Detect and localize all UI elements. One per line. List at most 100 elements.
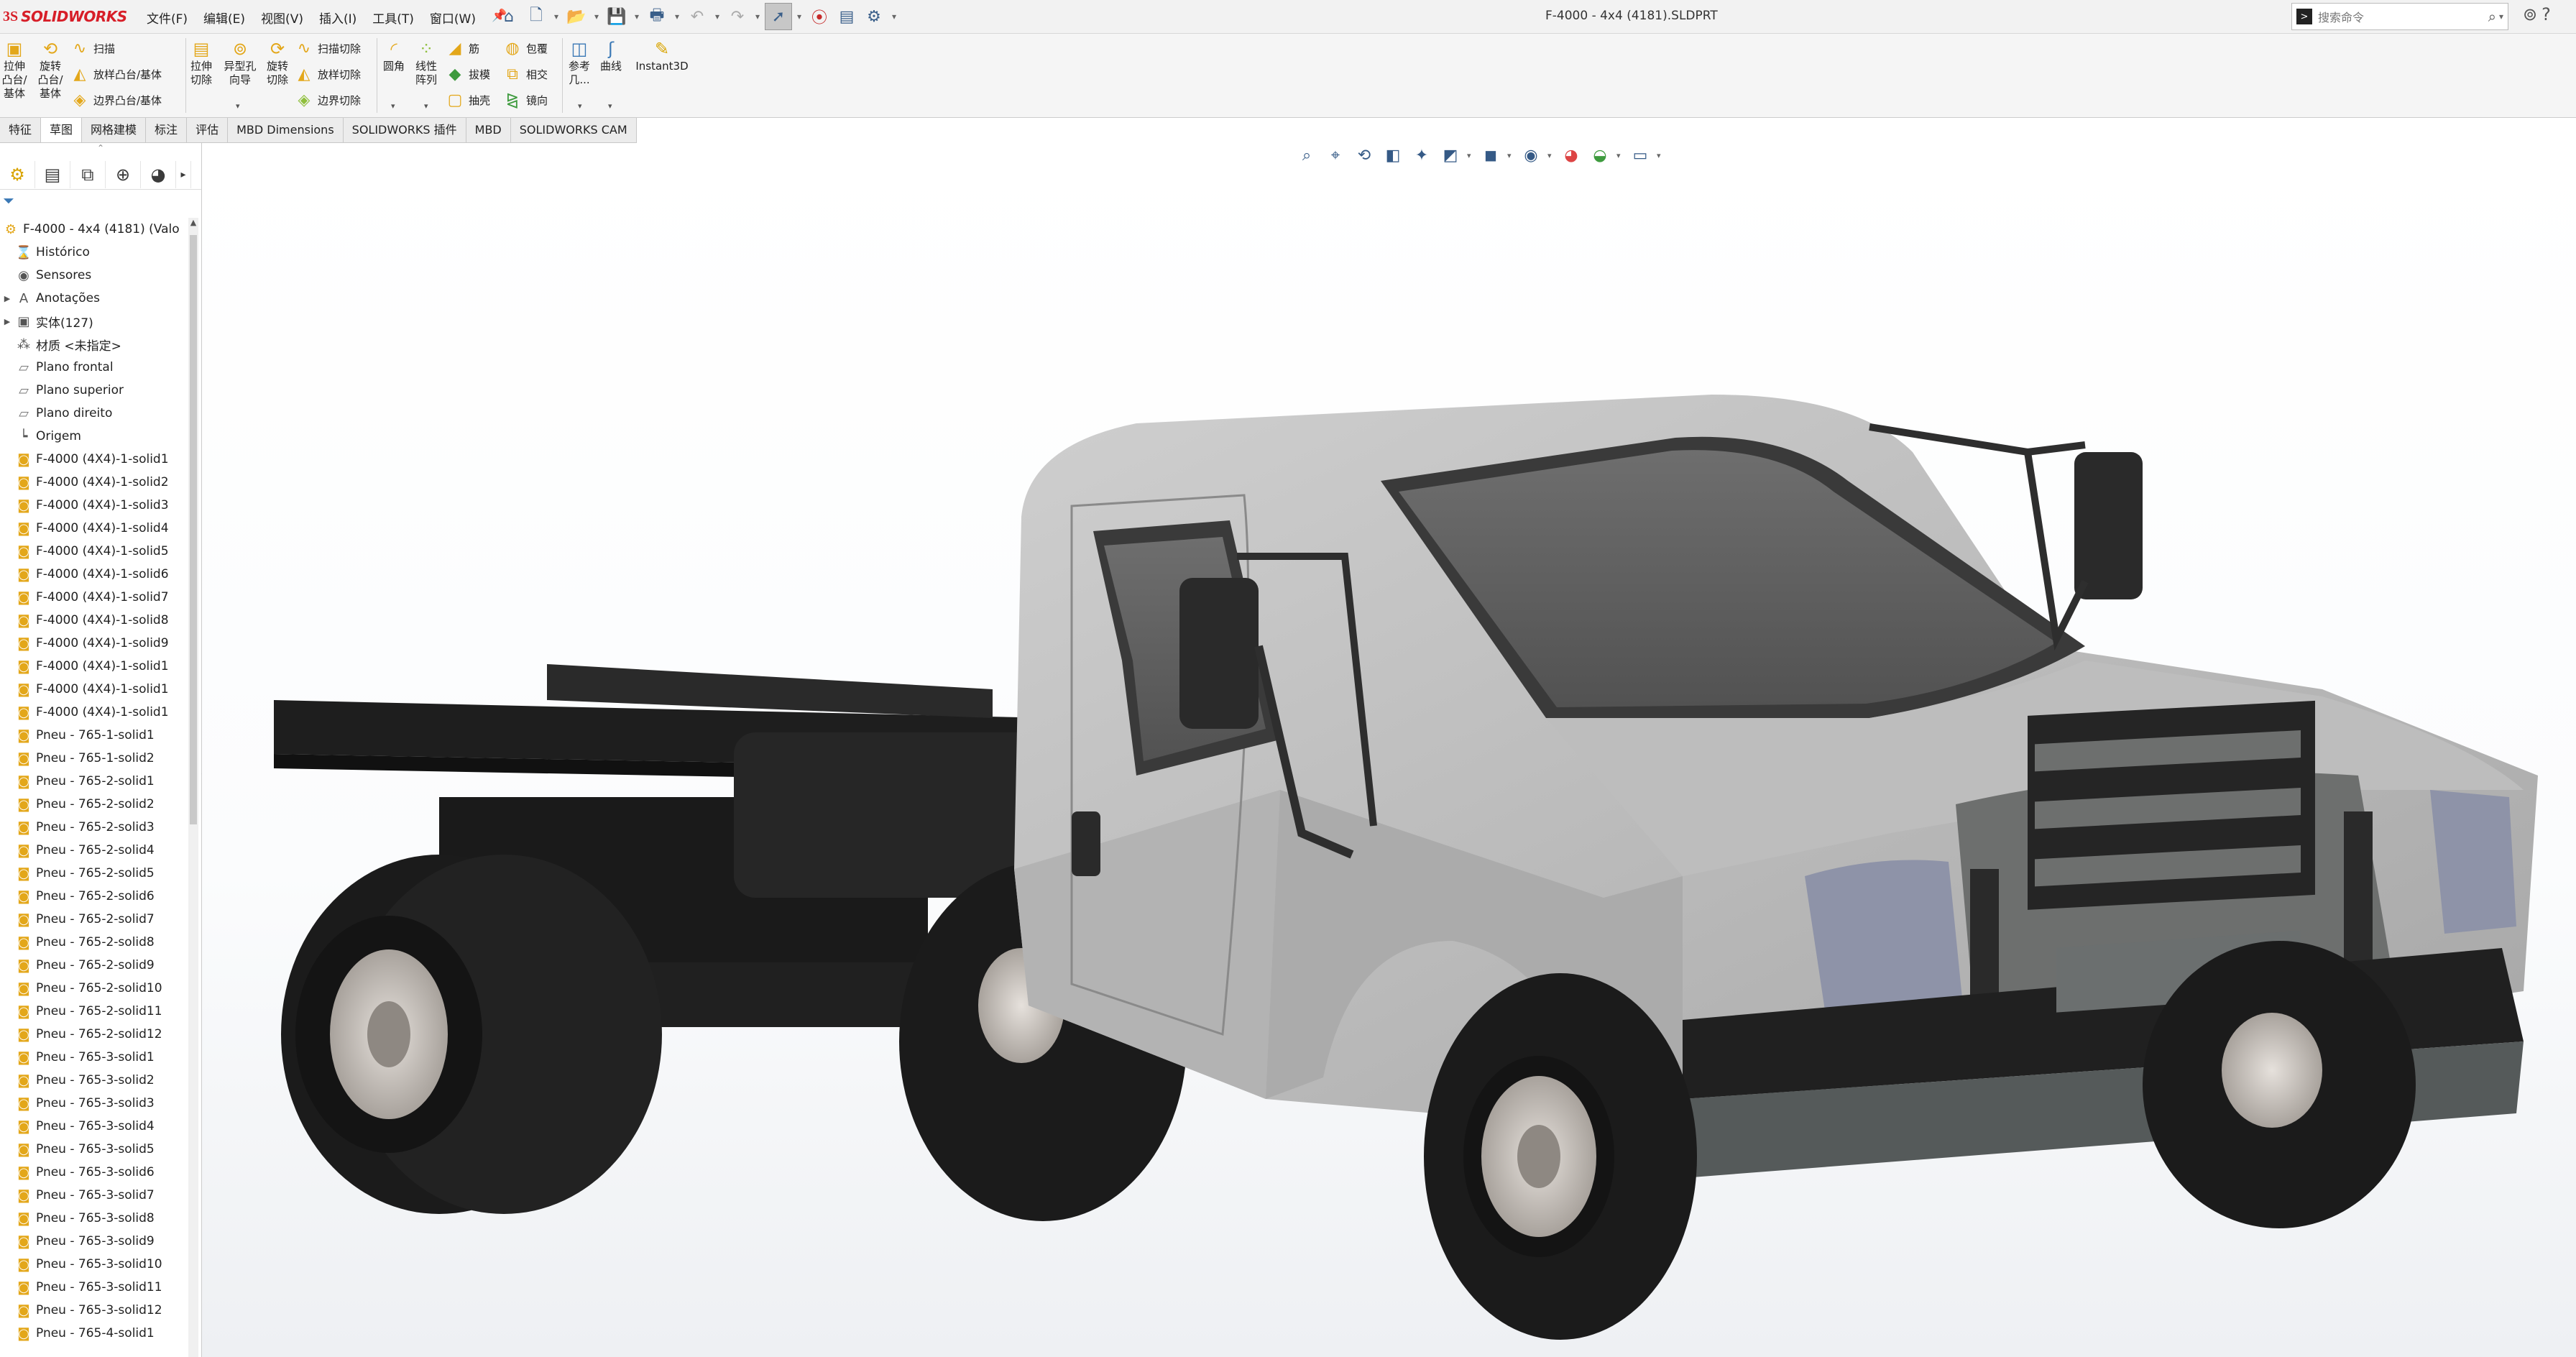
tree-item[interactable]: ◙ F-4000 (4X4)-1-solid8: [0, 609, 188, 632]
menu-file[interactable]: 文件(F): [144, 7, 190, 28]
tree-item[interactable]: ◙ Pneu - 765-3-solid12: [0, 1299, 188, 1322]
tree-item[interactable]: ◙ Pneu - 765-3-solid8: [0, 1207, 188, 1230]
menu-edit[interactable]: 编辑(E): [201, 7, 248, 28]
tree-item[interactable]: ◙ Pneu - 765-2-solid1: [0, 770, 188, 793]
expand-arrow-icon[interactable]: ▶: [0, 317, 14, 326]
wrap-button[interactable]: ◍ 包覆: [503, 40, 548, 58]
menu-tools[interactable]: 工具(T): [369, 7, 417, 28]
hole-wizard-dropdown-icon[interactable]: ▾: [236, 101, 240, 111]
tree-item[interactable]: ◙ F-4000 (4X4)-1-solid2: [0, 471, 188, 494]
tree-item[interactable]: ◙ Pneu - 765-2-solid8: [0, 931, 188, 954]
tab-sketch[interactable]: 草图: [41, 118, 83, 142]
undo-icon[interactable]: ↶: [684, 4, 710, 29]
open-dropdown-icon[interactable]: ▾: [591, 4, 602, 29]
menu-insert[interactable]: 插入(I): [316, 7, 359, 28]
instant3d-button[interactable]: ✎ Instant3D: [630, 38, 694, 73]
boundary-boss-button[interactable]: ◈ 边界凸台/基体: [70, 91, 162, 109]
filter-icon[interactable]: ⏷: [0, 192, 197, 213]
tree-item[interactable]: ◙ Pneu - 765-3-solid10: [0, 1253, 188, 1276]
tree-item[interactable]: ◙ F-4000 (4X4)-1-solid3: [0, 494, 188, 517]
tree-item[interactable]: ◙ Pneu - 765-1-solid2: [0, 747, 188, 770]
loft-boss-button[interactable]: ◭ 放样凸台/基体: [70, 65, 162, 83]
tree-item[interactable]: ┕ Origem: [0, 425, 188, 448]
panel-grip[interactable]: ⌃: [0, 143, 201, 159]
extrude-cut-button[interactable]: ▤ 拉伸 切除: [188, 38, 214, 87]
tree-item[interactable]: ◙ Pneu - 765-3-solid9: [0, 1230, 188, 1253]
tree-item[interactable]: ◙ Pneu - 765-3-solid11: [0, 1276, 188, 1299]
tab-features[interactable]: 特征: [0, 118, 42, 142]
extrude-boss-button[interactable]: ▣ 拉伸 凸台/ 基体: [1, 38, 27, 101]
sweep-button[interactable]: ∿ 扫描: [70, 40, 115, 58]
revolve-boss-button[interactable]: ⟲ 旋转 凸台/ 基体: [36, 38, 65, 101]
print-dropdown-icon[interactable]: ▾: [671, 4, 683, 29]
tree-item[interactable]: ◙ Pneu - 765-3-solid5: [0, 1138, 188, 1161]
tree-item[interactable]: ◙ F-4000 (4X4)-1-solid6: [0, 563, 188, 586]
tree-item[interactable]: ◙ F-4000 (4X4)-1-solid1: [0, 655, 188, 678]
save-icon[interactable]: 💾: [604, 4, 630, 29]
boundary-cut-button[interactable]: ◈ 边界切除: [295, 91, 361, 109]
tab-evaluate[interactable]: 评估: [187, 118, 229, 142]
tree-item[interactable]: ◙ Pneu - 765-3-solid3: [0, 1092, 188, 1115]
loft-cut-button[interactable]: ◭ 放样切除: [295, 65, 361, 83]
tree-item[interactable]: ◙ F-4000 (4X4)-1-solid1: [0, 701, 188, 724]
rib-button[interactable]: ◢ 筋: [446, 40, 479, 58]
tree-item[interactable]: ◙ Pneu - 765-2-solid5: [0, 862, 188, 885]
tree-item[interactable]: ◙ F-4000 (4X4)-1-solid1: [0, 678, 188, 701]
search-icon[interactable]: ⌕: [2488, 8, 2496, 25]
dimxpert-tab-icon[interactable]: ⊕: [106, 161, 141, 188]
tree-item[interactable]: ◙ Pneu - 765-2-solid4: [0, 839, 188, 862]
tab-solidworks-addins[interactable]: SOLIDWORKS 插件: [343, 118, 466, 142]
user-account-icon[interactable]: ⊚: [2523, 4, 2537, 24]
truck-3d-model[interactable]: [202, 143, 2576, 1357]
tree-item[interactable]: ◙ Pneu - 765-2-solid7: [0, 908, 188, 931]
tree-item[interactable]: ⌛ Histórico: [0, 241, 188, 264]
property-manager-tab-icon[interactable]: ▤: [35, 161, 70, 188]
options-gear-icon[interactable]: ⚙: [861, 4, 887, 29]
hole-wizard-button[interactable]: ⊚ 异型孔 向导: [220, 38, 260, 87]
tree-item[interactable]: ◙ Pneu - 765-2-solid2: [0, 793, 188, 816]
print-icon[interactable]: 🖶: [644, 4, 670, 29]
display-manager-tab-icon[interactable]: ◕: [141, 161, 176, 188]
tree-item[interactable]: ▶ A Anotações: [0, 287, 188, 310]
tree-item[interactable]: ◙ Pneu - 765-3-solid4: [0, 1115, 188, 1138]
expand-arrow-icon[interactable]: ▶: [0, 294, 14, 303]
tab-mbd-dimensions[interactable]: MBD Dimensions: [228, 118, 344, 142]
tree-item[interactable]: ◙ Pneu - 765-1-solid1: [0, 724, 188, 747]
tree-item[interactable]: ◙ F-4000 (4X4)-1-solid9: [0, 632, 188, 655]
search-commands[interactable]: > 搜索命令 ⌕ ▾: [2291, 3, 2508, 30]
tree-item[interactable]: ◙ Pneu - 765-4-solid1: [0, 1322, 188, 1345]
rebuild-traffic-light-icon[interactable]: ⦿: [806, 4, 832, 29]
menu-view[interactable]: 视图(V): [258, 7, 306, 28]
graphics-area[interactable]: ⌕ ⌖ ⟲ ◧ ✦ ◩ ▾ ◼ ▾ ◉ ▾ ◕ ◒ ▾ ▭ ▾: [202, 143, 2576, 1357]
search-input[interactable]: 搜索命令: [2318, 8, 2488, 25]
redo-icon[interactable]: ↷: [724, 4, 750, 29]
scroll-up-icon[interactable]: ▲: [188, 218, 198, 232]
new-dropdown-icon[interactable]: ▾: [551, 4, 562, 29]
fillet-dropdown-icon[interactable]: ▾: [391, 101, 395, 111]
tree-item[interactable]: ◙ Pneu - 765-3-solid2: [0, 1069, 188, 1092]
tree-item[interactable]: ◙ F-4000 (4X4)-1-solid4: [0, 517, 188, 540]
redo-dropdown-icon[interactable]: ▾: [752, 4, 763, 29]
tab-solidworks-cam[interactable]: SOLIDWORKS CAM: [510, 118, 637, 142]
undo-dropdown-icon[interactable]: ▾: [712, 4, 723, 29]
configuration-manager-tab-icon[interactable]: ⧉: [70, 161, 106, 188]
tree-item[interactable]: ◙ F-4000 (4X4)-1-solid5: [0, 540, 188, 563]
search-dropdown-icon[interactable]: ▾: [2499, 12, 2503, 22]
tree-item[interactable]: ◙ Pneu - 765-2-solid3: [0, 816, 188, 839]
help-icon[interactable]: ?: [2542, 4, 2551, 24]
tab-mesh-modeling[interactable]: 网格建模: [82, 118, 147, 142]
mirror-button[interactable]: ⧎ 镜向: [503, 91, 548, 109]
tree-item[interactable]: ⁂ 材质 <未指定>: [0, 333, 188, 356]
file-properties-icon[interactable]: ▤: [834, 4, 860, 29]
more-tabs-chevron-icon[interactable]: ▸: [176, 161, 191, 188]
tree-item[interactable]: ◙ Pneu - 765-3-solid6: [0, 1161, 188, 1184]
tab-mbd[interactable]: MBD: [466, 118, 511, 142]
shell-button[interactable]: ▢ 抽壳: [446, 91, 490, 109]
home-icon[interactable]: ⌂: [496, 4, 522, 29]
linear-pattern-button[interactable]: ⁘ 线性 阵列: [411, 38, 441, 87]
tree-item[interactable]: ▶ ▣ 实体(127): [0, 310, 188, 333]
select-dropdown-icon[interactable]: ▾: [794, 4, 805, 29]
tree-item[interactable]: ◉ Sensores: [0, 264, 188, 287]
intersect-button[interactable]: ⧉ 相交: [503, 65, 548, 83]
fillet-button[interactable]: ◜ 圆角: [380, 38, 408, 73]
